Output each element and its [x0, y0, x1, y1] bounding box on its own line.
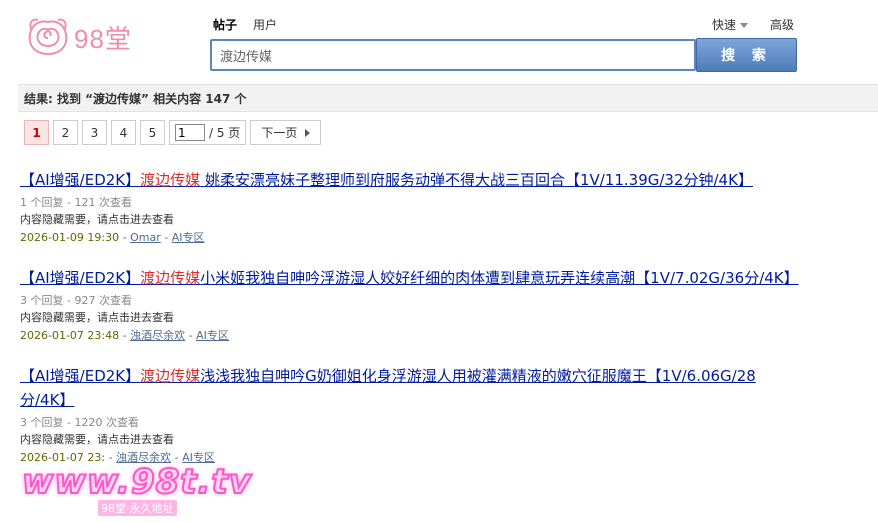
result-title-rest: 小米姬我独自呻吟浮游湿人姣好纤细的肉体遭到肆意玩弄连续高潮【1V/7.02G/3…: [200, 269, 799, 287]
result-summary-bar: 结果: 找到 “渡边传媒” 相关内容 147 个: [18, 84, 878, 112]
page-jump-input[interactable]: [175, 124, 205, 141]
result-date: 2026-01-07 23:48: [20, 329, 120, 342]
caret-down-icon: [740, 23, 749, 28]
result-title-keyword: 渡边传媒: [140, 269, 201, 287]
logo-text: 98堂: [74, 23, 132, 54]
result-info: 2026-01-09 19:30 - Omar - AI专区: [20, 229, 800, 247]
site-watermark-subtitle: 98堂·永久地址: [98, 500, 177, 516]
result-title-prefix: 【AI增强/ED2K】: [20, 367, 141, 385]
page-jump: / 5 页: [169, 120, 247, 145]
search-type-tabs: 帖子 用户: [213, 16, 277, 33]
result-title-link[interactable]: 【AI增强/ED2K】渡边传媒小米姬我独自呻吟浮游湿人姣好纤细的肉体遭到肆意玩弄…: [20, 266, 800, 290]
rose-icon: [28, 18, 68, 56]
site-watermark: www.98t.tv: [21, 461, 252, 503]
result-description: 内容隐藏需要，请点击进去查看: [20, 213, 174, 226]
result-title-keyword: 渡边传媒: [140, 367, 201, 385]
triangle-right-icon: [305, 128, 311, 137]
result-item: 【AI增强/ED2K】渡边传媒 姚柔安漂亮妹子整理师到府服务动弹不得大战三百回合…: [20, 168, 800, 247]
quick-menu-label: 快速: [712, 18, 737, 32]
quick-menu-dropdown[interactable]: 快速: [712, 16, 749, 33]
page-1-current[interactable]: 1: [24, 120, 49, 145]
result-title-link[interactable]: 【AI增强/ED2K】渡边传媒浅浅我独自呻吟G奶御姐化身浮游湿人用被灌满精液的嫩…: [20, 364, 800, 412]
result-item: 【AI增强/ED2K】渡边传媒浅浅我独自呻吟G奶御姐化身浮游湿人用被灌满精液的嫩…: [20, 364, 800, 467]
result-title-keyword: 渡边传媒: [140, 171, 201, 189]
search-button[interactable]: 搜 索: [696, 38, 797, 72]
result-forum-link[interactable]: AI专区: [196, 329, 229, 342]
result-summary-text: 结果: 找到 “渡边传媒” 相关内容 147 个: [24, 91, 247, 106]
advanced-search-link[interactable]: 高级: [770, 16, 794, 33]
page-4-link[interactable]: 4: [111, 120, 136, 145]
result-description: 内容隐藏需要，请点击进去查看: [20, 311, 174, 324]
quick-links: 快速 高级: [712, 16, 794, 33]
result-stats: 3 个回复 - 927 次查看: [20, 294, 132, 307]
next-page-button[interactable]: 下一页: [250, 120, 322, 145]
result-author-link[interactable]: Omar: [130, 231, 161, 244]
page-3-link[interactable]: 3: [82, 120, 107, 145]
result-separator: -: [119, 231, 131, 244]
tab-users[interactable]: 用户: [253, 16, 277, 33]
result-separator: -: [185, 329, 197, 342]
result-separator: -: [160, 231, 172, 244]
search-input[interactable]: 渡边传媒: [210, 39, 696, 71]
search-input-value: 渡边传媒: [220, 49, 273, 65]
result-item: 【AI增强/ED2K】渡边传媒小米姬我独自呻吟浮游湿人姣好纤细的肉体遭到肆意玩弄…: [20, 266, 800, 345]
results-list: 【AI增强/ED2K】渡边传媒 姚柔安漂亮妹子整理师到府服务动弹不得大战三百回合…: [20, 168, 800, 486]
result-description: 内容隐藏需要，请点击进去查看: [20, 433, 174, 446]
page-2-link[interactable]: 2: [53, 120, 78, 145]
result-stats: 1 个回复 - 121 次查看: [20, 196, 132, 209]
tab-posts[interactable]: 帖子: [213, 16, 237, 33]
result-forum-link[interactable]: AI专区: [172, 231, 205, 244]
page-5-link[interactable]: 5: [140, 120, 165, 145]
result-separator: -: [119, 329, 131, 342]
result-author-link[interactable]: 浊酒尽余欢: [130, 329, 185, 342]
result-title-rest: 姚柔安漂亮妹子整理师到府服务动弹不得大战三百回合【1V/11.39G/32分钟/…: [200, 171, 753, 189]
site-logo[interactable]: 98堂: [24, 14, 132, 60]
page-total-label: / 5 页: [209, 126, 241, 140]
result-date: 2026-01-09 19:30: [20, 231, 120, 244]
result-title-prefix: 【AI增强/ED2K】: [20, 269, 141, 287]
pagination: 1 2 3 4 5 / 5 页 下一页: [24, 120, 322, 145]
result-title-prefix: 【AI增强/ED2K】: [20, 171, 141, 189]
result-stats: 3 个回复 - 1220 次查看: [20, 416, 139, 429]
next-page-label: 下一页: [261, 126, 298, 140]
result-info: 2026-01-07 23:48 - 浊酒尽余欢 - AI专区: [20, 327, 800, 345]
result-title-link[interactable]: 【AI增强/ED2K】渡边传媒 姚柔安漂亮妹子整理师到府服务动弹不得大战三百回合…: [20, 168, 800, 192]
